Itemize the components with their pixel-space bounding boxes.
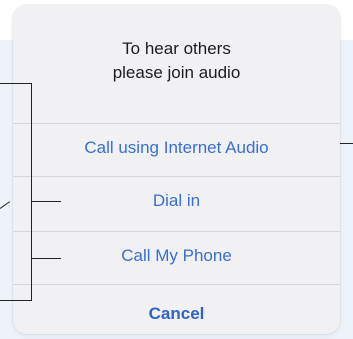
annotation-line — [31, 258, 61, 259]
dial-in-button[interactable]: Dial in — [13, 176, 340, 226]
dialog-title: To hear others please join audio — [13, 37, 340, 85]
annotation-line — [0, 83, 32, 84]
annotation-bracket — [31, 83, 32, 301]
annotation-line — [31, 201, 61, 202]
annotation-line — [0, 300, 32, 301]
call-internet-audio-button[interactable]: Call using Internet Audio — [13, 123, 340, 173]
screenshot-stage: To hear others please join audio Call us… — [0, 0, 353, 339]
cancel-button[interactable]: Cancel — [13, 289, 340, 334]
annotation-line — [340, 143, 353, 144]
call-my-phone-button[interactable]: Call My Phone — [13, 231, 340, 281]
join-audio-action-sheet: To hear others please join audio Call us… — [13, 5, 340, 334]
dialog-title-line-2: please join audio — [112, 63, 241, 82]
dialog-title-line-1: To hear others — [122, 39, 231, 58]
divider — [13, 284, 340, 285]
